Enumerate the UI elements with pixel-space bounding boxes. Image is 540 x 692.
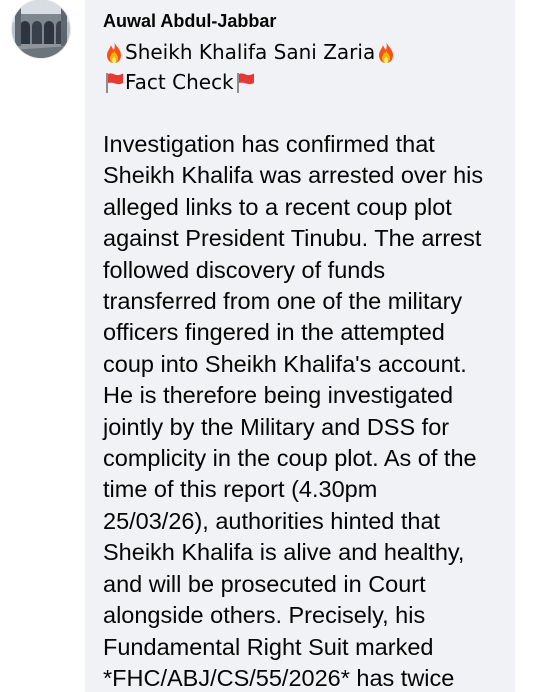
comment-subheading-text: Fact Check: [125, 70, 234, 94]
comment-body-line: followed discovery of funds: [103, 256, 386, 283]
comment-body-line: transferred from one of the military: [103, 288, 463, 315]
comment-body-line: coup into Sheikh Khalifa's account.: [103, 350, 467, 377]
comment-body-line: jointly by the Military and DSS for: [103, 413, 450, 440]
red-flag-icon: [234, 70, 256, 94]
comment-body-line: alongside others. Precisely, his: [103, 602, 426, 629]
comment-thread: Auwal Abdul-Jabbar Sheikh Khalifa Sani Z…: [0, 0, 540, 692]
comment-body-line: complicity in the coup plot. As of the: [103, 445, 477, 472]
fire-icon: [375, 40, 397, 64]
comment-author-name[interactable]: Auwal Abdul-Jabbar: [103, 10, 276, 32]
red-flag-icon: [103, 70, 125, 94]
comment-subheading-line: Fact Check: [103, 69, 256, 95]
comment-heading-line: Sheikh Khalifa Sani Zaria: [103, 39, 397, 65]
comment-body-line: 25/03/26), authorities hinted that: [103, 507, 441, 534]
comment-body-line: officers fingered in the attempted: [103, 319, 445, 346]
comment-heading-text: Sheikh Khalifa Sani Zaria: [125, 40, 376, 64]
comment-body-line: He is therefore being investigated: [103, 382, 454, 409]
comment-body: Investigation has confirmed that Sheikh …: [103, 129, 513, 692]
comment-body-line: and will be prosecuted in Court: [103, 570, 426, 597]
comment-body-line: *FHC/ABJ/CS/55/2026* has twice: [103, 664, 455, 691]
fire-icon: [103, 40, 125, 64]
comment-body-line: Investigation has confirmed that: [103, 131, 435, 157]
comment-body-line: Fundamental Right Suit marked: [103, 633, 434, 660]
comment-body-line: Sheikh Khalifa was arrested over his: [103, 162, 484, 189]
comment-body-line: against President Tinubu. The arrest: [103, 225, 482, 252]
avatar[interactable]: [12, 0, 70, 58]
comment-body-line: alleged links to a recent coup plot: [103, 193, 452, 220]
comment-body-line: Sheikh Khalifa is alive and healthy,: [103, 539, 465, 566]
comment-body-line: time of this report (4.30pm: [103, 476, 378, 503]
